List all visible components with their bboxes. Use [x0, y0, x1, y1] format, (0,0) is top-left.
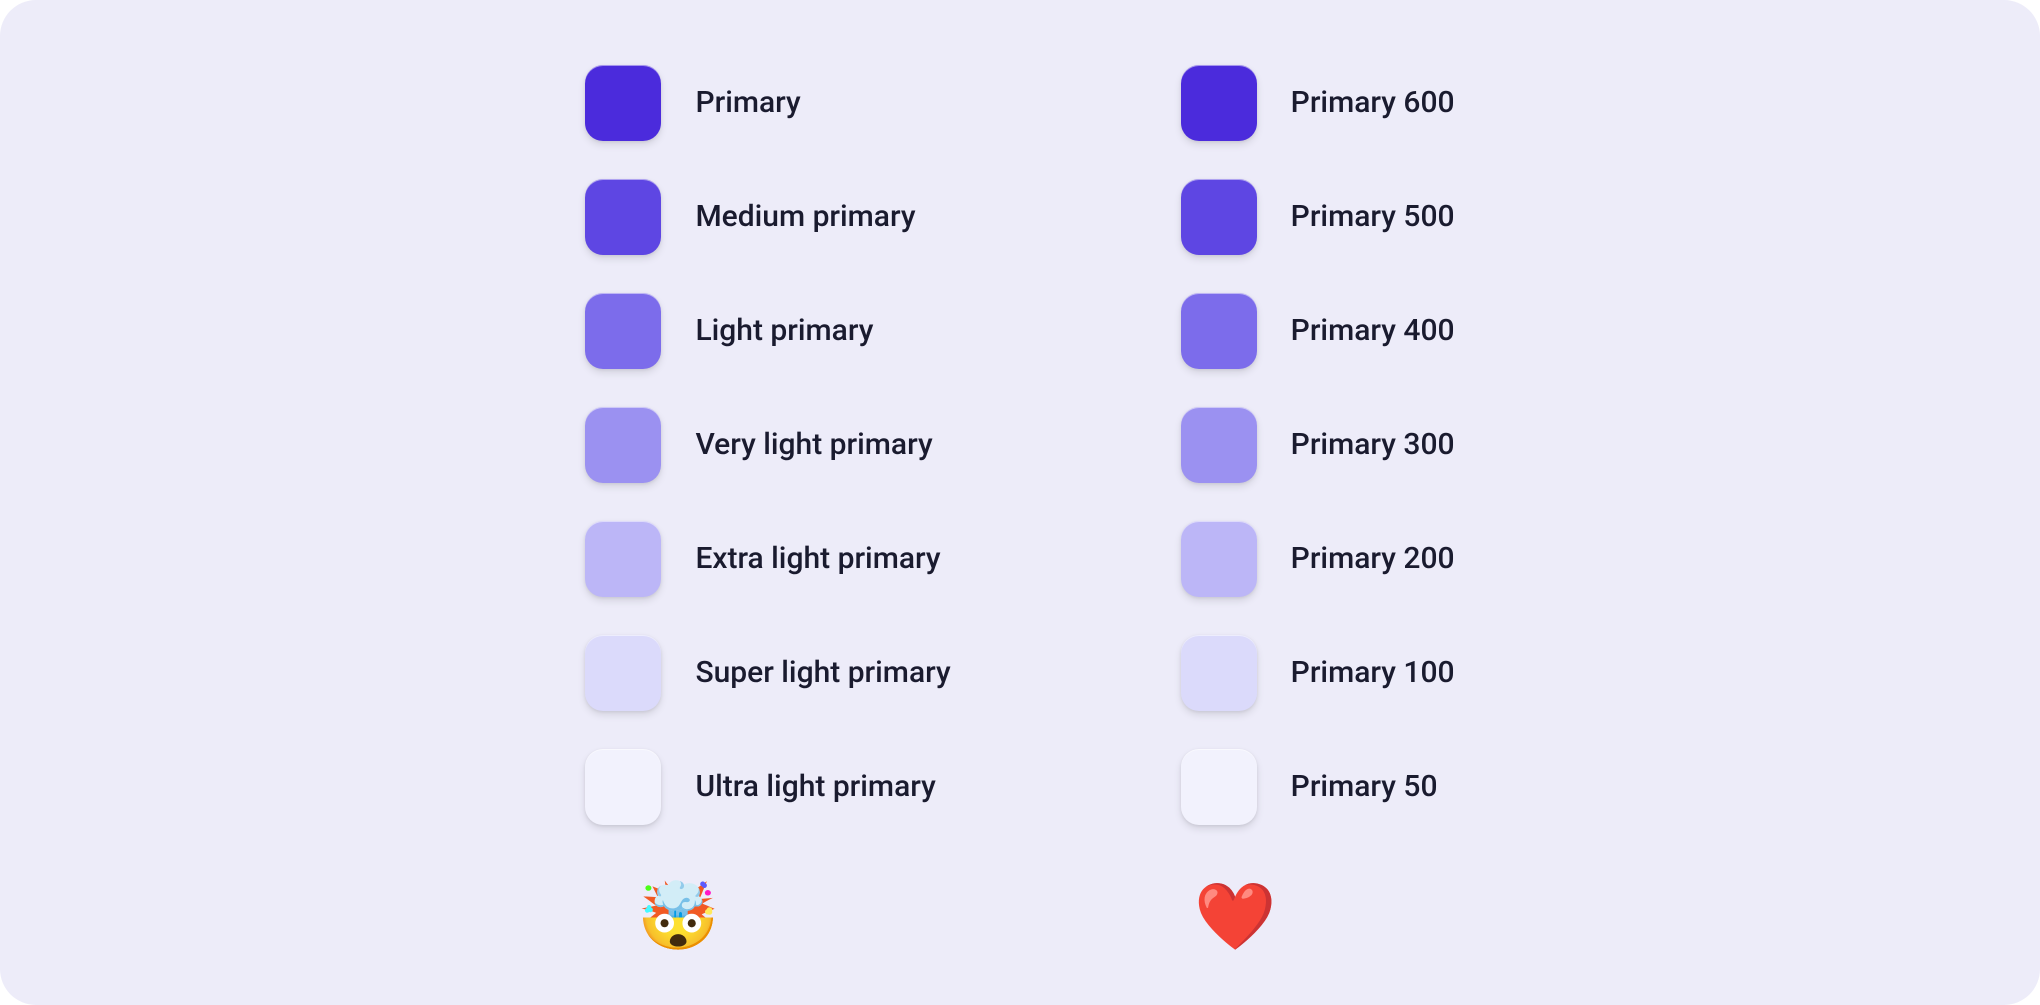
swatch-label: Primary 500 [1291, 199, 1455, 234]
swatch-row: Primary 50 [1181, 749, 1438, 825]
bad-naming-column: Primary Medium primary Light primary Very l… [585, 65, 950, 951]
swatch-row: Primary 300 [1181, 407, 1455, 483]
color-swatch [585, 179, 661, 255]
swatch-row: Super light primary [585, 635, 950, 711]
color-swatch [585, 407, 661, 483]
swatch-label: Ultra light primary [695, 769, 935, 804]
swatch-row: Primary [585, 65, 800, 141]
color-swatch [1181, 749, 1257, 825]
color-swatch [1181, 65, 1257, 141]
color-swatch [1181, 521, 1257, 597]
swatch-label: Extra light primary [695, 541, 940, 576]
color-swatch [1181, 407, 1257, 483]
color-swatch [1181, 179, 1257, 255]
swatch-label: Primary 50 [1291, 769, 1438, 804]
mind-blown-icon: 🤯 [495, 885, 860, 951]
swatch-row: Light primary [585, 293, 873, 369]
color-swatch [1181, 293, 1257, 369]
swatch-label: Very light primary [695, 427, 932, 462]
swatch-row: Primary 600 [1181, 65, 1455, 141]
heart-icon: ❤️ [1098, 885, 1372, 951]
swatch-label: Light primary [695, 313, 873, 348]
swatch-label: Primary 600 [1291, 85, 1455, 120]
swatch-row: Primary 500 [1181, 179, 1455, 255]
color-swatch [585, 635, 661, 711]
swatch-label: Primary 100 [1291, 655, 1455, 690]
swatch-row: Primary 100 [1181, 635, 1455, 711]
good-naming-column: Primary 600 Primary 500 Primary 400 Primary… [1181, 65, 1455, 951]
color-swatch [585, 749, 661, 825]
swatch-row: Primary 200 [1181, 521, 1455, 597]
swatch-row: Extra light primary [585, 521, 940, 597]
color-swatch [585, 293, 661, 369]
swatch-label: Primary 200 [1291, 541, 1455, 576]
comparison-card: Primary Medium primary Light primary Very l… [0, 0, 2040, 1005]
swatch-row: Ultra light primary [585, 749, 935, 825]
swatch-label: Medium primary [695, 199, 915, 234]
color-swatch [1181, 635, 1257, 711]
swatch-label: Super light primary [695, 655, 950, 690]
swatch-row: Medium primary [585, 179, 915, 255]
swatch-label: Primary [695, 85, 800, 120]
color-swatch [585, 65, 661, 141]
swatch-label: Primary 300 [1291, 427, 1455, 462]
swatch-label: Primary 400 [1291, 313, 1455, 348]
swatch-row: Very light primary [585, 407, 932, 483]
swatch-row: Primary 400 [1181, 293, 1455, 369]
color-swatch [585, 521, 661, 597]
